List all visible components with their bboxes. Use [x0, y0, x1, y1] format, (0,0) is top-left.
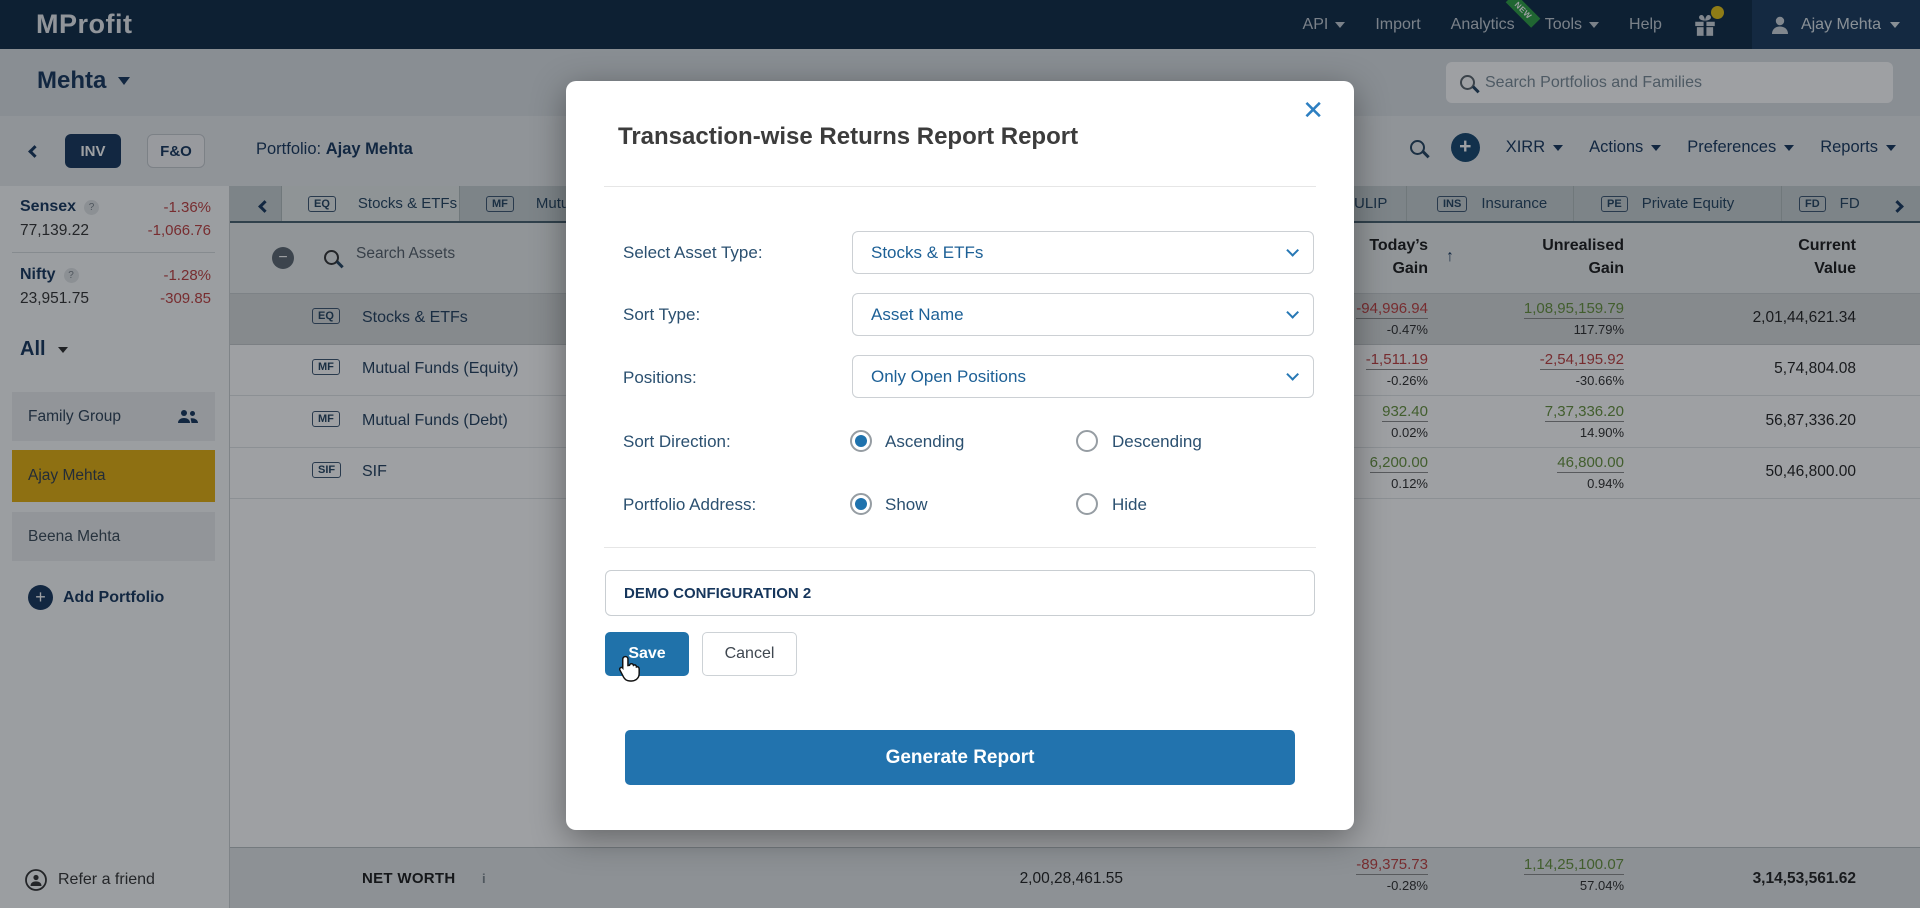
report-config-modal: ✕ Transaction-wise Returns Report Report…: [566, 81, 1354, 830]
radio-hide[interactable]: [1076, 493, 1098, 515]
sort-type-label: Sort Type:: [623, 305, 700, 325]
show-label[interactable]: Show: [885, 495, 928, 515]
hide-label[interactable]: Hide: [1112, 495, 1147, 515]
sort-type-select[interactable]: Asset Name: [852, 293, 1314, 336]
cancel-button[interactable]: Cancel: [702, 632, 797, 676]
asset-type-label: Select Asset Type:: [623, 243, 763, 263]
divider: [604, 547, 1316, 548]
ascending-label[interactable]: Ascending: [885, 432, 964, 452]
chevron-down-icon: [1286, 244, 1299, 257]
configuration-name-input[interactable]: [605, 570, 1315, 616]
app-root: MProfit API Import Analytics NEW Tools H…: [0, 0, 1920, 908]
chevron-down-icon: [1286, 306, 1299, 319]
sort-direction-label: Sort Direction:: [623, 432, 731, 452]
modal-title: Transaction-wise Returns Report Report: [618, 123, 1078, 151]
radio-ascending[interactable]: [850, 430, 872, 452]
asset-type-select[interactable]: Stocks & ETFs: [852, 231, 1314, 274]
positions-select[interactable]: Only Open Positions: [852, 355, 1314, 398]
radio-descending[interactable]: [1076, 430, 1098, 452]
portfolio-address-label: Portfolio Address:: [623, 495, 756, 515]
positions-label: Positions:: [623, 368, 697, 388]
close-icon[interactable]: ✕: [1302, 95, 1324, 126]
divider: [604, 186, 1316, 187]
save-button[interactable]: Save: [605, 632, 689, 676]
radio-show[interactable]: [850, 493, 872, 515]
descending-label[interactable]: Descending: [1112, 432, 1202, 452]
chevron-down-icon: [1286, 368, 1299, 381]
generate-report-button[interactable]: Generate Report: [625, 730, 1295, 785]
